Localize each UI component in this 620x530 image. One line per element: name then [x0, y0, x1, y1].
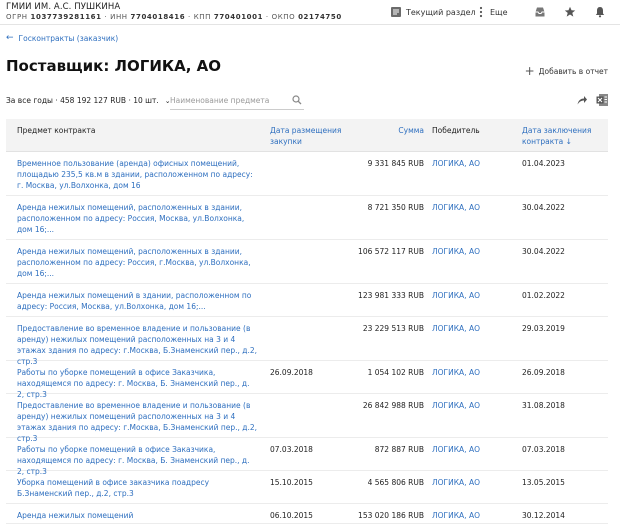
- contract-subject-link[interactable]: Временное пользование (аренда) офисных п…: [17, 158, 257, 191]
- table-row: Временное пользование (аренда) офисных п…: [6, 152, 608, 196]
- table-header: Предмет контракта Дата размещения закупк…: [6, 119, 608, 152]
- favorites-button[interactable]: [564, 4, 576, 20]
- organization-identifiers: ОГРН 1037739281161 · ИНН 7704018416 · КП…: [6, 13, 342, 21]
- winner-link[interactable]: ЛОГИКА, АО: [432, 367, 480, 378]
- add-to-report-label: Добавить в отчет: [538, 66, 608, 76]
- inbox-button[interactable]: [534, 4, 546, 20]
- plus-icon: +: [524, 64, 535, 78]
- search-box: [170, 92, 304, 110]
- column-header-sum[interactable]: Сумма: [366, 125, 424, 136]
- placement-date: 07.03.2018: [270, 445, 313, 454]
- contract-sum: 153 020 186 RUB: [358, 511, 424, 520]
- notifications-button[interactable]: [594, 4, 606, 20]
- table-row: Предоставление во временное владение и п…: [6, 317, 608, 366]
- document-icon: [391, 7, 401, 17]
- contract-subject-link[interactable]: Аренда нежилых помещений: [17, 510, 257, 521]
- contract-sum: 4 565 806 RUB: [367, 478, 424, 487]
- contract-date: 13.05.2015: [522, 478, 565, 487]
- column-header-date[interactable]: Дата размещения закупки: [270, 125, 350, 147]
- top-bar: ГМИИ ИМ. А.С. ПУШКИНА ОГРН 1037739281161…: [0, 0, 620, 24]
- more-label: Еще: [490, 7, 508, 17]
- winner-link[interactable]: ЛОГИКА, АО: [432, 158, 480, 169]
- top-bar-divider: [0, 24, 620, 25]
- table-row: Аренда нежилых помещений, расположенных …: [6, 196, 608, 240]
- contract-sum: 9 331 845 RUB: [367, 159, 424, 168]
- placement-date: 06.10.2015: [270, 511, 313, 520]
- winner-link[interactable]: ЛОГИКА, АО: [432, 477, 480, 488]
- share-icon[interactable]: [576, 94, 588, 106]
- contract-sum: 123 981 333 RUB: [358, 291, 424, 300]
- search-icon[interactable]: [292, 95, 302, 105]
- contract-sum: 1 054 102 RUB: [367, 368, 424, 377]
- table-row: Предоставление во временное владение и п…: [6, 394, 608, 443]
- contract-date: 07.03.2018: [522, 445, 565, 454]
- winner-link[interactable]: ЛОГИКА, АО: [432, 444, 480, 455]
- winner-link[interactable]: ЛОГИКА, АО: [432, 202, 480, 213]
- winner-link[interactable]: ЛОГИКА, АО: [432, 400, 480, 411]
- contract-date: 29.03.2019: [522, 324, 565, 333]
- table-body: Временное пользование (аренда) офисных п…: [6, 152, 608, 524]
- organization-name: ГМИИ ИМ. А.С. ПУШКИНА: [6, 2, 121, 12]
- contract-date: 30.04.2022: [522, 247, 565, 256]
- contract-sum: 26 842 988 RUB: [362, 401, 424, 410]
- more-vertical-icon: [479, 6, 483, 18]
- current-section-label: Текущий раздел: [406, 7, 476, 17]
- back-link[interactable]: ← Госконтракты (заказчик): [6, 33, 118, 43]
- inbox-icon: [535, 7, 545, 17]
- winner-link[interactable]: ЛОГИКА, АО: [432, 246, 480, 257]
- inn-value: 7704018416: [130, 13, 186, 21]
- contract-date: 31.08.2018: [522, 401, 565, 410]
- excel-export-icon[interactable]: [596, 93, 609, 107]
- winner-link[interactable]: ЛОГИКА, АО: [432, 323, 480, 334]
- add-to-report-button[interactable]: + Добавить в отчет: [525, 64, 608, 78]
- contract-sum: 872 887 RUB: [374, 445, 424, 454]
- contract-date: 26.09.2018: [522, 368, 565, 377]
- page-title: Поставщик: ЛОГИКА, АО: [6, 57, 222, 75]
- contract-subject-link[interactable]: Аренда нежилых помещений в здании, распо…: [17, 290, 257, 312]
- placement-date: 26.09.2018: [270, 368, 313, 377]
- placement-date: 15.10.2015: [270, 478, 313, 487]
- column-header-winner: Победитель: [432, 126, 480, 135]
- more-button[interactable]: Еще: [478, 4, 508, 20]
- bell-icon: [595, 7, 605, 18]
- winner-link[interactable]: ЛОГИКА, АО: [432, 510, 480, 521]
- kpp-value: 770401001: [213, 13, 264, 21]
- table-row: Работы по уборке помещений в офисе Заказ…: [6, 361, 608, 399]
- table-row: Уборка помещений в офисе заказчика поадр…: [6, 471, 608, 504]
- contract-sum: 23 229 513 RUB: [362, 324, 424, 333]
- current-section-button[interactable]: Текущий раздел: [390, 4, 476, 20]
- table-row: Работы по уборке помещений в офисе Заказ…: [6, 438, 608, 476]
- contract-sum: 8 721 350 RUB: [367, 203, 424, 212]
- star-icon: [564, 6, 576, 17]
- column-header-contract-date[interactable]: Дата заключения контракта ↓: [522, 125, 606, 147]
- back-link-label: Госконтракты (заказчик): [18, 33, 119, 43]
- summary-text: За все годы · 458 192 127 RUB · 10 шт.: [6, 96, 159, 105]
- column-header-subject: Предмет контракта: [17, 126, 96, 135]
- contract-date: 01.02.2022: [522, 291, 565, 300]
- contracts-table: Предмет контракта Дата размещения закупк…: [6, 119, 608, 524]
- contract-date: 30.04.2022: [522, 203, 565, 212]
- winner-link[interactable]: ЛОГИКА, АО: [432, 290, 480, 301]
- table-row: Аренда нежилых помещений, расположенных …: [6, 240, 608, 284]
- ogrn-value: 1037739281161: [30, 13, 102, 21]
- contract-subject-link[interactable]: Аренда нежилых помещений, расположенных …: [17, 246, 257, 279]
- contract-subject-link[interactable]: Уборка помещений в офисе заказчика поадр…: [17, 477, 257, 499]
- arrow-left-icon: ←: [6, 33, 14, 43]
- okpo-value: 02174750: [298, 13, 342, 21]
- contract-subject-link[interactable]: Аренда нежилых помещений, расположенных …: [17, 202, 257, 235]
- contract-sum: 106 572 117 RUB: [358, 247, 424, 256]
- search-input[interactable]: [170, 92, 288, 108]
- contract-date: 30.12.2014: [522, 511, 565, 520]
- contract-date: 01.04.2023: [522, 159, 565, 168]
- table-row: Аренда нежилых помещений 06.10.2015 153 02…: [6, 504, 608, 524]
- period-filter-dropdown[interactable]: За все годы · 458 192 127 RUB · 10 шт. ⌄: [6, 96, 171, 105]
- table-row: Аренда нежилых помещений в здании, распо…: [6, 284, 608, 317]
